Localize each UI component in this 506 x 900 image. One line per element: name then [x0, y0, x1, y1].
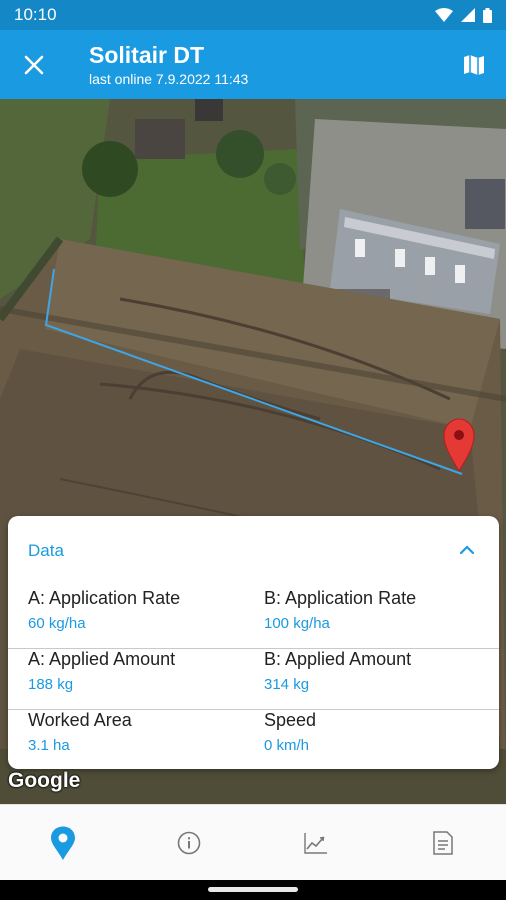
- data-label: Worked Area: [28, 710, 132, 730]
- data-label: A: Applied Amount: [28, 649, 176, 669]
- data-row: A: Applied Amount 188 kg B: Applied Amou…: [8, 649, 499, 710]
- data-cell: B: Applied Amount 314 kg: [264, 649, 411, 693]
- info-icon: [177, 831, 201, 855]
- gesture-bar: [0, 880, 506, 900]
- nav-item-info[interactable]: [126, 805, 252, 881]
- data-label: Speed: [264, 710, 317, 730]
- home-indicator[interactable]: [208, 887, 298, 892]
- map-icon: [464, 55, 484, 75]
- nav-item-map[interactable]: [0, 805, 126, 881]
- data-cell: A: Application Rate 60 kg/ha: [28, 588, 180, 632]
- status-bar: 10:10: [0, 0, 506, 30]
- last-online-text: last online 7.9.2022 11:43: [89, 71, 249, 87]
- chevron-up-icon: [459, 545, 475, 555]
- app-bar: Solitair DT last online 7.9.2022 11:43: [0, 30, 506, 99]
- nav-item-statistics[interactable]: [253, 805, 379, 881]
- close-icon: [24, 55, 44, 75]
- signal-icon: [461, 8, 475, 22]
- data-value: 314 kg: [264, 676, 310, 693]
- battery-icon: [483, 7, 492, 23]
- document-icon: [433, 831, 453, 855]
- google-attribution: Google: [8, 769, 81, 792]
- data-value: 3.1 ha: [28, 737, 70, 754]
- data-value: 188 kg: [28, 676, 74, 693]
- location-pin-icon: [51, 826, 75, 860]
- data-cell: A: Applied Amount 188 kg: [28, 649, 175, 693]
- data-row: A: Application Rate 60 kg/ha B: Applicat…: [8, 588, 499, 649]
- status-icons: [435, 7, 492, 23]
- data-label: B: Applied Amount: [264, 649, 412, 669]
- collapse-button[interactable]: [455, 538, 479, 562]
- map-button[interactable]: [456, 47, 492, 83]
- data-label: A: Application Rate: [28, 588, 181, 608]
- chart-icon: [304, 833, 327, 854]
- page-title: Solitair DT: [89, 42, 205, 68]
- nav-item-reports[interactable]: [380, 805, 506, 881]
- wifi-icon: [435, 8, 453, 22]
- data-value: 0 km/h: [264, 737, 310, 754]
- data-cell: B: Application Rate 100 kg/ha: [264, 588, 416, 632]
- data-value: 100 kg/ha: [264, 615, 330, 632]
- close-button[interactable]: [16, 47, 52, 83]
- data-row: Worked Area 3.1 ha Speed 0 km/h: [8, 710, 499, 771]
- status-time: 10:10: [14, 5, 57, 24]
- data-panel-title: Data: [28, 541, 64, 560]
- data-cell: Worked Area 3.1 ha: [28, 710, 132, 754]
- data-cell: Speed 0 km/h: [264, 710, 316, 754]
- data-panel: Data A: Application Rate 60 kg/ha B: App…: [8, 516, 499, 769]
- data-label: B: Application Rate: [264, 588, 417, 608]
- data-value: 60 kg/ha: [28, 615, 86, 632]
- bottom-navigation: [0, 804, 506, 880]
